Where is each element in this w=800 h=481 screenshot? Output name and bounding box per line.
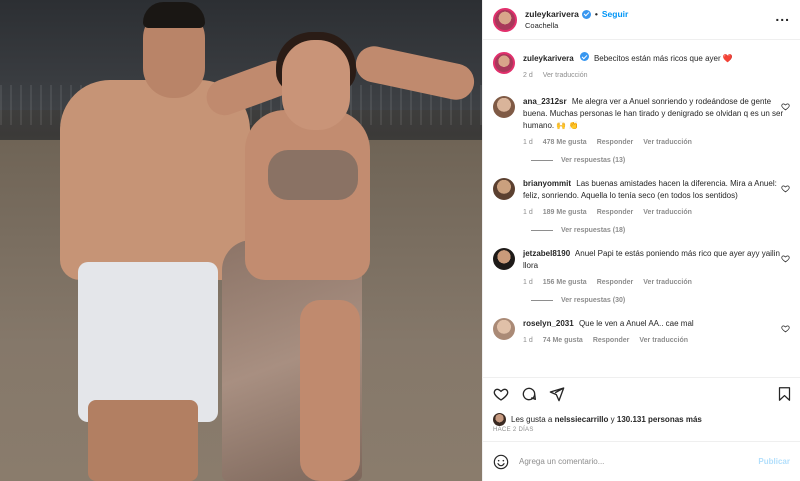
heart-icon[interactable]: [493, 386, 509, 402]
comment-time[interactable]: 1 d: [523, 137, 533, 149]
verified-icon: [581, 9, 591, 19]
likes-count[interactable]: 130.131 personas más: [617, 415, 702, 424]
author-username[interactable]: zuleykarivera: [525, 9, 579, 19]
follow-button[interactable]: Seguir: [602, 9, 628, 19]
comment-time[interactable]: 1 d: [523, 335, 533, 347]
photo-woman-head: [282, 40, 350, 130]
post-side-panel: zuleykarivera • Seguir Coachella ... zul…: [482, 0, 800, 481]
view-replies[interactable]: Ver respuestas (13): [531, 157, 790, 164]
comment-likes[interactable]: 189 Me gusta: [543, 207, 587, 219]
caption: zuleykarivera Bebecitos están más ricos …: [493, 52, 790, 82]
caption-time[interactable]: 2 d: [523, 70, 533, 82]
verified-icon: [579, 52, 589, 61]
comment-time[interactable]: 1 d: [523, 207, 533, 219]
comment-item: roselyn_2031 Que le ven a Anuel AA.. cae…: [493, 318, 790, 347]
view-replies-label[interactable]: Ver respuestas (13): [561, 157, 625, 164]
comment-likes[interactable]: 74 Me gusta: [543, 335, 583, 347]
publish-button[interactable]: Publicar: [758, 457, 790, 466]
translate-link[interactable]: Ver traducción: [643, 137, 692, 149]
translate-link[interactable]: Ver traducción: [643, 207, 692, 219]
reply-button[interactable]: Responder: [597, 277, 634, 289]
emoji-icon[interactable]: [493, 454, 509, 470]
reply-button[interactable]: Responder: [597, 207, 634, 219]
likes-summary: Les gusta a nelssiecarrillo y 130.131 pe…: [483, 409, 800, 427]
view-replies[interactable]: Ver respuestas (30): [531, 297, 790, 304]
post-photo[interactable]: [0, 0, 482, 481]
author-info: zuleykarivera • Seguir Coachella: [525, 9, 628, 30]
likes-middle: y: [610, 414, 615, 424]
reply-button[interactable]: Responder: [597, 137, 634, 149]
commenter-avatar[interactable]: [493, 248, 515, 270]
comment-likes[interactable]: 478 Me gusta: [543, 137, 587, 149]
commenter-avatar[interactable]: [493, 318, 515, 340]
share-icon[interactable]: [549, 386, 565, 402]
photo-man-legs: [88, 400, 198, 481]
photo-woman-leg: [300, 300, 360, 481]
view-replies-label[interactable]: Ver respuestas (18): [561, 227, 625, 234]
add-comment-bar: Agrega un comentario... Publicar: [483, 441, 800, 481]
post-location[interactable]: Coachella: [525, 21, 628, 30]
replies-line: [531, 160, 553, 161]
heart-icon[interactable]: [781, 254, 790, 263]
separator-dot: •: [594, 9, 598, 19]
commenter-avatar[interactable]: [493, 96, 515, 118]
comment-time[interactable]: 1 d: [523, 277, 533, 289]
comment-username[interactable]: brianyommit: [523, 179, 571, 188]
translate-link[interactable]: Ver traducción: [643, 277, 692, 289]
comment-likes[interactable]: 156 Me gusta: [543, 277, 587, 289]
commenter-avatar[interactable]: [493, 178, 515, 200]
comment-icon[interactable]: [521, 386, 537, 402]
author-avatar[interactable]: [493, 7, 517, 32]
comment-input[interactable]: Agrega un comentario...: [519, 457, 758, 466]
comment-item: brianyommit Las buenas amistades hacen l…: [493, 178, 790, 219]
caption-text: Bebecitos están más ricos que ayer ❤️: [593, 54, 733, 63]
comment-text: Que le ven a Anuel AA.. cae mal: [578, 319, 694, 328]
comment-item: ana_2312sr Me alegra ver a Anuel sonrien…: [493, 96, 790, 149]
post-actions-bar: [483, 377, 800, 409]
comment-username[interactable]: roselyn_2031: [523, 319, 574, 328]
likes-prefix: Les gusta a: [511, 414, 553, 424]
photo-man-hair: [143, 2, 205, 28]
caption-username[interactable]: zuleykarivera: [523, 54, 574, 63]
comment-username[interactable]: ana_2312sr: [523, 97, 567, 106]
photo-woman-top: [268, 150, 358, 200]
liker-avatar[interactable]: [493, 412, 506, 426]
post-header: zuleykarivera • Seguir Coachella ...: [483, 0, 800, 40]
heart-icon[interactable]: [781, 184, 790, 193]
heart-icon[interactable]: [781, 102, 790, 111]
caption-translate-link[interactable]: Ver traducción: [543, 70, 588, 82]
bookmark-icon[interactable]: [777, 386, 792, 402]
view-replies-label[interactable]: Ver respuestas (30): [561, 297, 625, 304]
replies-line: [531, 300, 553, 301]
instagram-post-view: zuleykarivera • Seguir Coachella ... zul…: [0, 0, 800, 481]
reply-button[interactable]: Responder: [593, 335, 630, 347]
more-icon[interactable]: ...: [775, 9, 790, 23]
translate-link[interactable]: Ver traducción: [639, 335, 688, 347]
photo-man-shorts: [78, 262, 218, 422]
comments-list[interactable]: zuleykarivera Bebecitos están más ricos …: [483, 40, 800, 377]
comment-username[interactable]: jetzabel8190: [523, 249, 570, 258]
view-replies[interactable]: Ver respuestas (18): [531, 227, 790, 234]
comment-item: jetzabel8190 Anuel Papi te estás poniend…: [493, 248, 790, 289]
post-timestamp[interactable]: HACE 2 DÍAS: [483, 427, 800, 441]
heart-icon[interactable]: [781, 324, 790, 333]
liker-username[interactable]: nelssiecarrillo: [555, 415, 609, 424]
replies-line: [531, 230, 553, 231]
caption-avatar[interactable]: [493, 52, 515, 74]
